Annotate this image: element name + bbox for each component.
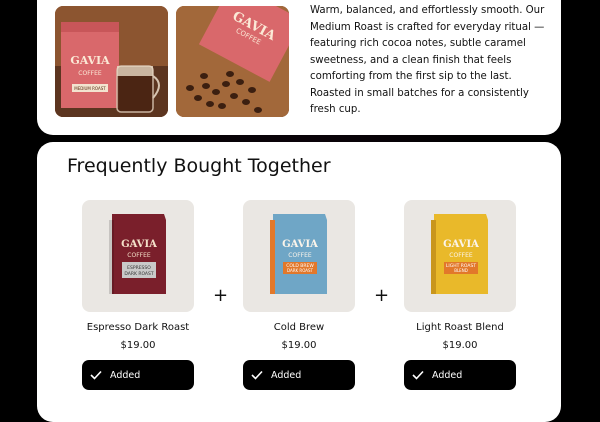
product-card: GAVIA COFFEE COLD BREW DARK ROAST Cold B…	[243, 200, 355, 390]
product-name[interactable]: Espresso Dark Roast	[82, 322, 194, 333]
checkmark-icon	[412, 370, 424, 380]
product-description: Warm, balanced, and effortlessly smooth.…	[310, 5, 545, 115]
added-button-label: Added	[110, 369, 141, 381]
added-button[interactable]: Added	[404, 360, 516, 390]
added-button-label: Added	[432, 369, 463, 381]
svg-text:MEDIUM ROAST: MEDIUM ROAST	[74, 86, 106, 91]
bag-brand-text: GAVIA	[70, 54, 110, 67]
plus-separator: +	[374, 285, 390, 306]
svg-text:GAVIA: GAVIA	[443, 239, 479, 250]
checkmark-icon	[251, 370, 263, 380]
added-button-label: Added	[271, 369, 302, 381]
checkmark-icon	[90, 370, 102, 380]
product-photo-beans[interactable]: GAVIA COFFEE	[176, 6, 289, 117]
product-card: GAVIA COFFEE ESPRESSO DARK ROAST Espress…	[82, 200, 194, 390]
svg-text:GAVIA: GAVIA	[121, 239, 157, 250]
svg-text:COFFEE: COFFEE	[78, 70, 102, 77]
svg-text:ESPRESSO: ESPRESSO	[127, 265, 151, 271]
product-name[interactable]: Light Roast Blend	[404, 322, 516, 333]
section-title: Frequently Bought Together	[67, 155, 331, 177]
plus-separator: +	[213, 285, 229, 306]
svg-text:COFFEE: COFFEE	[288, 252, 312, 259]
frequently-bought-together-card: Frequently Bought Together GAVIA COFFEE …	[37, 142, 561, 422]
product-price: $19.00	[120, 340, 156, 351]
product-description-card: GAVIA COFFEE MEDIUM ROAST GAVIA COFFEE W…	[37, 0, 561, 135]
product-price: $19.00	[442, 340, 478, 351]
svg-text:GAVIA: GAVIA	[282, 239, 318, 250]
svg-text:DARK ROAST: DARK ROAST	[124, 271, 153, 277]
svg-text:COFFEE: COFFEE	[449, 252, 473, 259]
product-image[interactable]: GAVIA COFFEE COLD BREW DARK ROAST	[243, 200, 355, 312]
added-button[interactable]: Added	[82, 360, 194, 390]
product-image[interactable]: GAVIA COFFEE ESPRESSO DARK ROAST	[82, 200, 194, 312]
svg-text:BLEND: BLEND	[454, 268, 468, 273]
product-name[interactable]: Cold Brew	[243, 322, 355, 333]
added-button[interactable]: Added	[243, 360, 355, 390]
svg-text:DARK ROAST: DARK ROAST	[287, 268, 314, 273]
svg-text:COFFEE: COFFEE	[127, 252, 151, 259]
product-card: GAVIA COFFEE LIGHT ROAST BLEND Light Roa…	[404, 200, 516, 390]
product-image[interactable]: GAVIA COFFEE LIGHT ROAST BLEND	[404, 200, 516, 312]
product-photo-mug[interactable]: GAVIA COFFEE MEDIUM ROAST	[55, 6, 168, 117]
product-price: $19.00	[281, 340, 317, 351]
